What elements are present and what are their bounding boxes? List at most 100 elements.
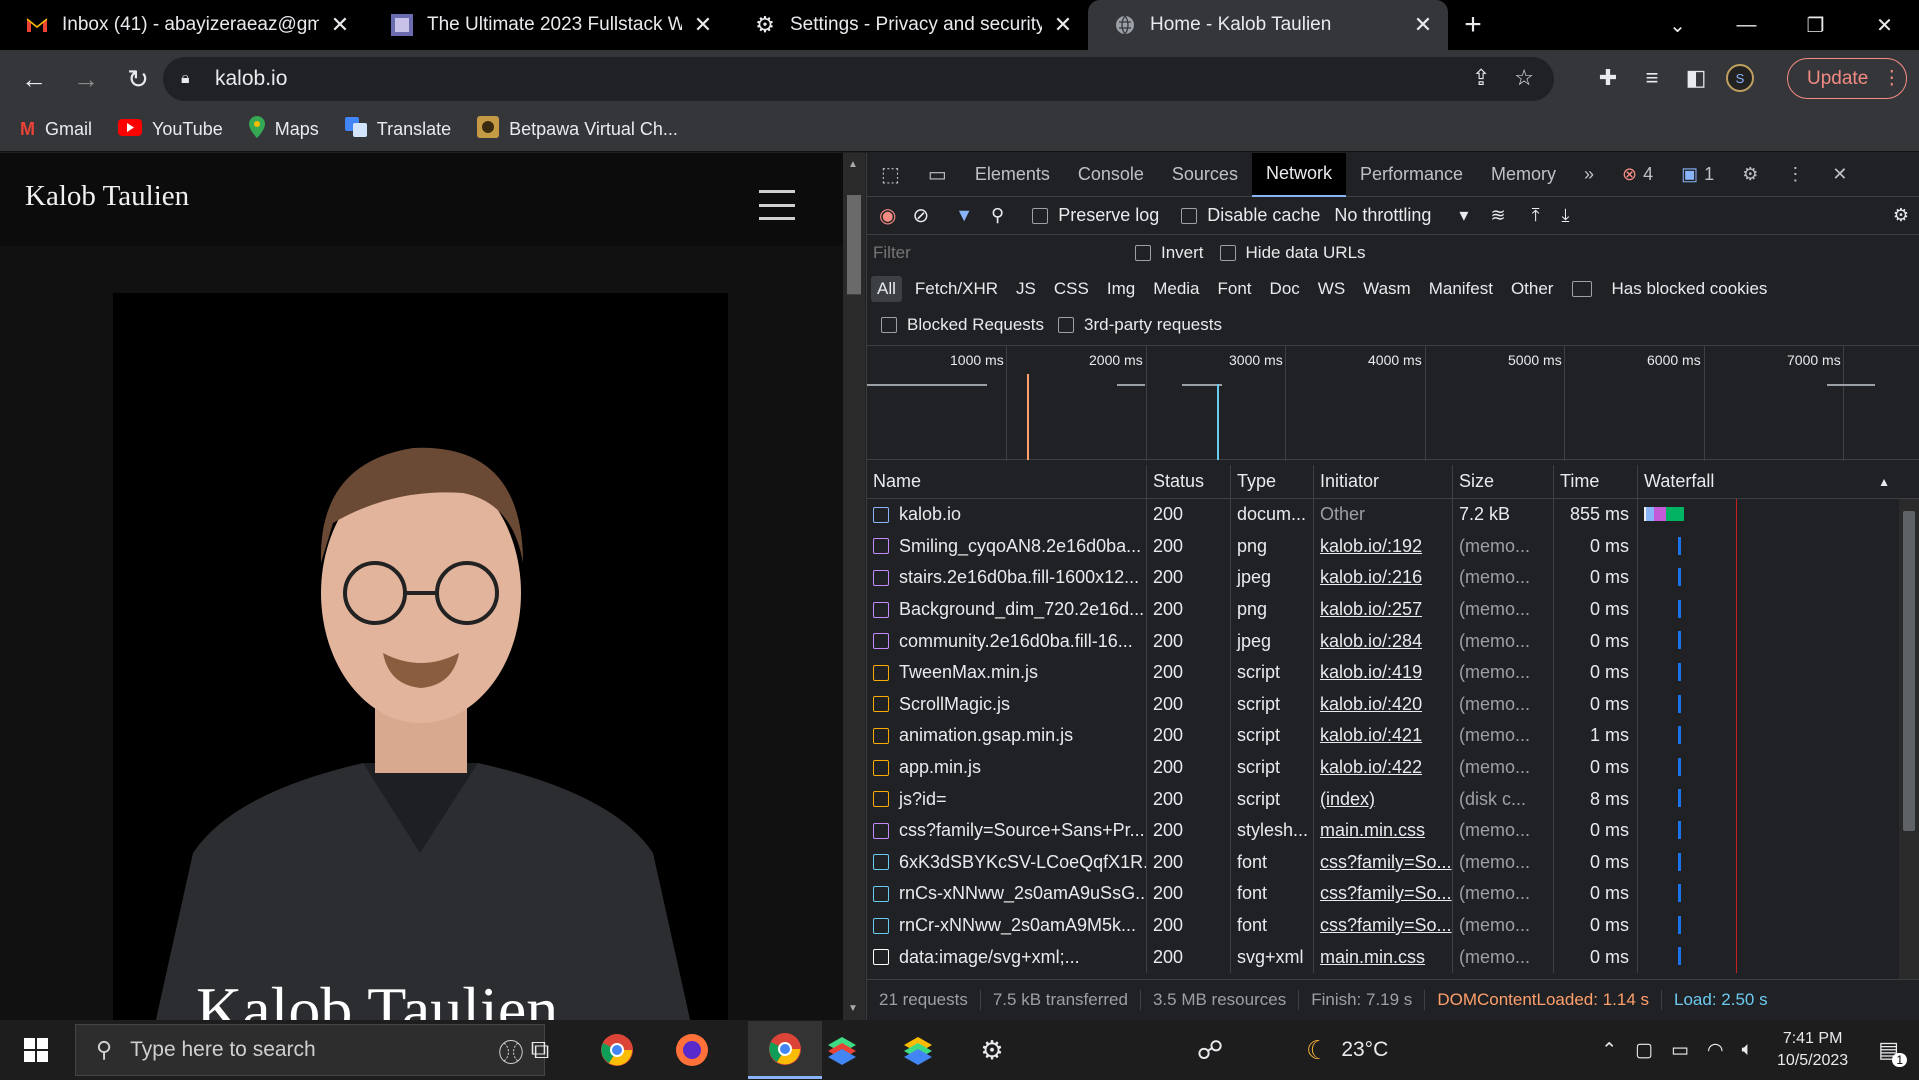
scroll-up-icon[interactable]: ▲ (848, 159, 858, 170)
update-button[interactable]: Update ⋮ (1787, 58, 1907, 99)
network-settings-icon[interactable]: ⚙ (1893, 205, 1909, 226)
col-time[interactable]: Time (1554, 465, 1638, 498)
type-img[interactable]: Img (1098, 279, 1144, 299)
meet-now-icon[interactable]: ▢ (1635, 1039, 1653, 1062)
cell-initiator[interactable]: kalob.io/:216 (1314, 562, 1453, 594)
firefox-icon[interactable] (672, 1030, 712, 1070)
bookmark-youtube[interactable]: YouTube (118, 118, 223, 141)
cell-initiator[interactable]: kalob.io/:421 (1314, 720, 1453, 752)
site-name[interactable]: Kalob Taulien (25, 180, 189, 213)
bookmark-star-icon[interactable]: ☆ (1514, 65, 1534, 91)
table-row[interactable]: js?id= 200 script (index) (disk c... 8 ms (867, 783, 1919, 815)
cell-initiator[interactable]: main.min.css (1314, 941, 1453, 973)
tab-memory[interactable]: Memory (1477, 153, 1570, 197)
table-row[interactable]: stairs.2e16d0ba.fill-1600x12... 200 jpeg ka… (867, 562, 1919, 594)
close-icon[interactable]: ✕ (1052, 12, 1074, 38)
col-size[interactable]: Size (1453, 465, 1554, 498)
type-fetch-xhr[interactable]: Fetch/XHR (906, 279, 1007, 299)
cell-initiator[interactable]: kalob.io/:419 (1314, 656, 1453, 689)
cell-initiator[interactable]: css?family=So... (1314, 846, 1453, 879)
windows-start-icon[interactable] (16, 1030, 56, 1070)
upload-icon[interactable]: ⤒ (1532, 205, 1540, 226)
people-icon[interactable]: ☍ (1190, 1030, 1230, 1070)
cell-initiator[interactable]: main.min.css (1314, 814, 1453, 847)
taskbar-search[interactable]: ⚲ Type here to search ⚾︎ (75, 1024, 545, 1076)
type-css[interactable]: CSS (1045, 279, 1098, 299)
restore-icon[interactable]: ❐ (1781, 0, 1850, 50)
bookmark-gmail[interactable]: M Gmail (20, 119, 92, 140)
weather-widget[interactable]: ☾ 23°C (1306, 1020, 1388, 1080)
col-status[interactable]: Status (1147, 465, 1231, 498)
type-other[interactable]: Other (1502, 279, 1563, 299)
hide-data-urls-checkbox[interactable]: Hide data URLs (1219, 243, 1366, 263)
type-all[interactable]: All (871, 276, 902, 302)
hamburger-menu-icon[interactable] (759, 190, 795, 220)
table-row[interactable]: Smiling_cyqoAN8.2e16d0ba... 200 png kalob.i… (867, 530, 1919, 563)
table-scrollbar[interactable] (1899, 499, 1919, 979)
filter-icon[interactable]: ▼ (955, 205, 973, 226)
type-doc[interactable]: Doc (1261, 279, 1309, 299)
notifications-icon[interactable]: ▤ 1 (1878, 1037, 1907, 1067)
table-row[interactable]: ScrollMagic.js 200 script kalob.io/:420 (mem… (867, 688, 1919, 721)
more-tabs-icon[interactable]: » (1570, 153, 1608, 197)
back-icon[interactable]: ← (14, 59, 54, 99)
type-font[interactable]: Font (1209, 279, 1261, 299)
wifi-icon[interactable]: ◠ (1707, 1039, 1724, 1062)
invert-checkbox[interactable]: Invert (1135, 243, 1204, 263)
type-js[interactable]: JS (1007, 279, 1045, 299)
share-icon[interactable]: ⇪ (1472, 65, 1490, 91)
disable-cache-checkbox[interactable]: Disable cache (1181, 205, 1320, 226)
col-type[interactable]: Type (1231, 465, 1314, 498)
scroll-thumb[interactable] (847, 195, 861, 295)
tab-settings[interactable]: ⚙ Settings - Privacy and security ✕ (728, 0, 1088, 50)
search-icon[interactable]: ⚲ (991, 205, 1004, 226)
clear-icon[interactable]: ⊘ (912, 203, 929, 228)
close-icon[interactable]: ✕ (329, 12, 351, 38)
table-row[interactable]: community.2e16d0ba.fill-16... 200 jpeg kalo… (867, 625, 1919, 657)
kebab-menu-icon[interactable]: ⋮ (1772, 153, 1818, 197)
extensions-icon[interactable]: ✚ (1594, 56, 1622, 100)
bookmark-maps[interactable]: Maps (248, 116, 319, 143)
tab-sources[interactable]: Sources (1158, 153, 1252, 197)
battery-icon[interactable]: ▭ (1671, 1039, 1689, 1062)
tab-performance[interactable]: Performance (1346, 153, 1477, 197)
cell-initiator[interactable]: kalob.io/:257 (1314, 593, 1453, 626)
third-party-checkbox[interactable]: 3rd-party requests (1058, 315, 1222, 335)
error-badge[interactable]: ⊗ 4 (1608, 153, 1667, 197)
chevron-up-icon[interactable]: ⌃ (1601, 1039, 1617, 1062)
close-icon[interactable]: ✕ (692, 12, 714, 38)
close-devtools-icon[interactable]: ✕ (1818, 153, 1861, 197)
chrome-active-icon[interactable] (748, 1021, 822, 1079)
tab-search-icon[interactable]: ⌄ (1643, 0, 1712, 50)
table-row[interactable]: rnCr-xNNww_2s0amA9M5k... 200 font css?famil… (867, 909, 1919, 942)
table-row[interactable]: kalob.io 200 docum... Other 7.2 kB 855 ms (867, 499, 1919, 531)
scroll-down-icon[interactable]: ▼ (848, 1003, 858, 1014)
cell-initiator[interactable]: css?family=So... (1314, 909, 1453, 942)
minimize-icon[interactable]: — (1712, 0, 1781, 50)
tab-elements[interactable]: Elements (961, 153, 1064, 197)
type-wasm[interactable]: Wasm (1354, 279, 1420, 299)
timeline-overview[interactable]: 1000 ms 2000 ms 3000 ms 4000 ms 5000 ms … (867, 345, 1919, 461)
message-badge[interactable]: ▣ 1 (1667, 153, 1728, 197)
cell-initiator[interactable]: kalob.io/:422 (1314, 751, 1453, 784)
cell-initiator[interactable]: css?family=So... (1314, 878, 1453, 910)
network-conditions-icon[interactable]: ≋ (1490, 205, 1505, 226)
table-row[interactable]: animation.gsap.min.js 200 script kalob.io/:… (867, 720, 1919, 752)
clock[interactable]: 7:41 PM 10/5/2023 (1777, 1028, 1848, 1072)
filter-input[interactable] (873, 240, 1113, 266)
settings-gear-icon[interactable]: ⚙ (1728, 153, 1772, 197)
forward-icon[interactable]: → (66, 59, 106, 99)
chrome-icon[interactable] (597, 1030, 637, 1070)
new-tab-icon[interactable]: + (1448, 0, 1498, 50)
type-manifest[interactable]: Manifest (1420, 279, 1502, 299)
has-blocked-cookies-checkbox[interactable]: Has blocked cookies (1572, 279, 1776, 299)
volume-icon[interactable]: 🔈︎ (1742, 1039, 1753, 1061)
download-icon[interactable]: ⤓ (1562, 205, 1570, 226)
col-waterfall[interactable]: Waterfall ▲ (1638, 465, 1919, 498)
side-panel-icon[interactable]: ◧ (1682, 56, 1710, 100)
close-icon[interactable]: ✕ (1412, 12, 1434, 38)
blocked-requests-checkbox[interactable]: Blocked Requests (881, 315, 1044, 335)
table-row[interactable]: 6xK3dSBYKcSV-LCoeQqfX1R... 200 font css?fam… (867, 846, 1919, 879)
cell-initiator[interactable]: (index) (1314, 783, 1453, 815)
tab-network[interactable]: Network (1251, 152, 1346, 197)
